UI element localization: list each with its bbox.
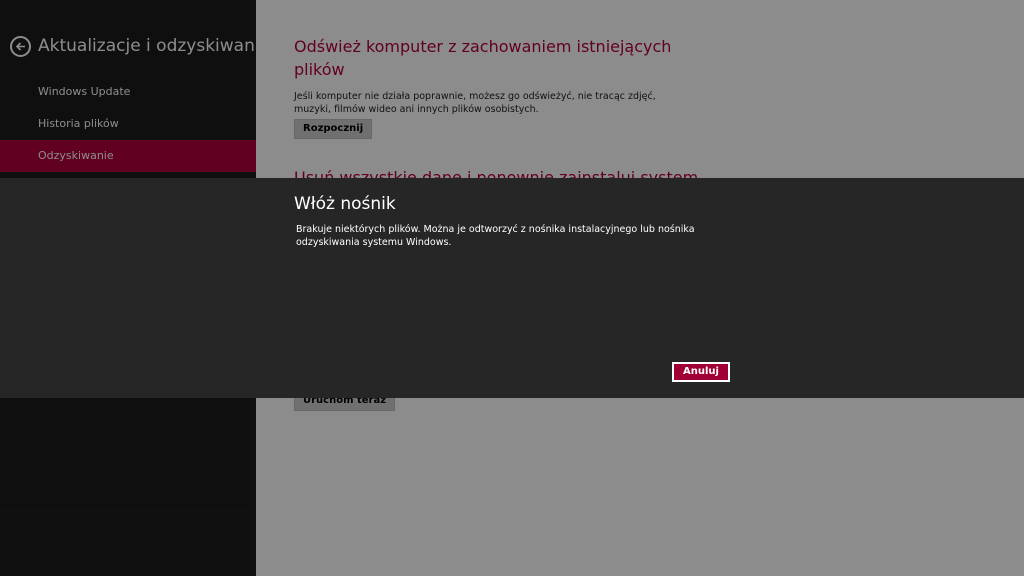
dialog-title: Włóż nośnik: [294, 194, 396, 214]
dialog-message: Brakuje niektórych plików. Można je odtw…: [296, 224, 695, 248]
cancel-button[interactable]: Anuluj: [672, 362, 730, 382]
insert-media-dialog: Włóż nośnik Brakuje niektórych plików. M…: [0, 178, 1024, 398]
